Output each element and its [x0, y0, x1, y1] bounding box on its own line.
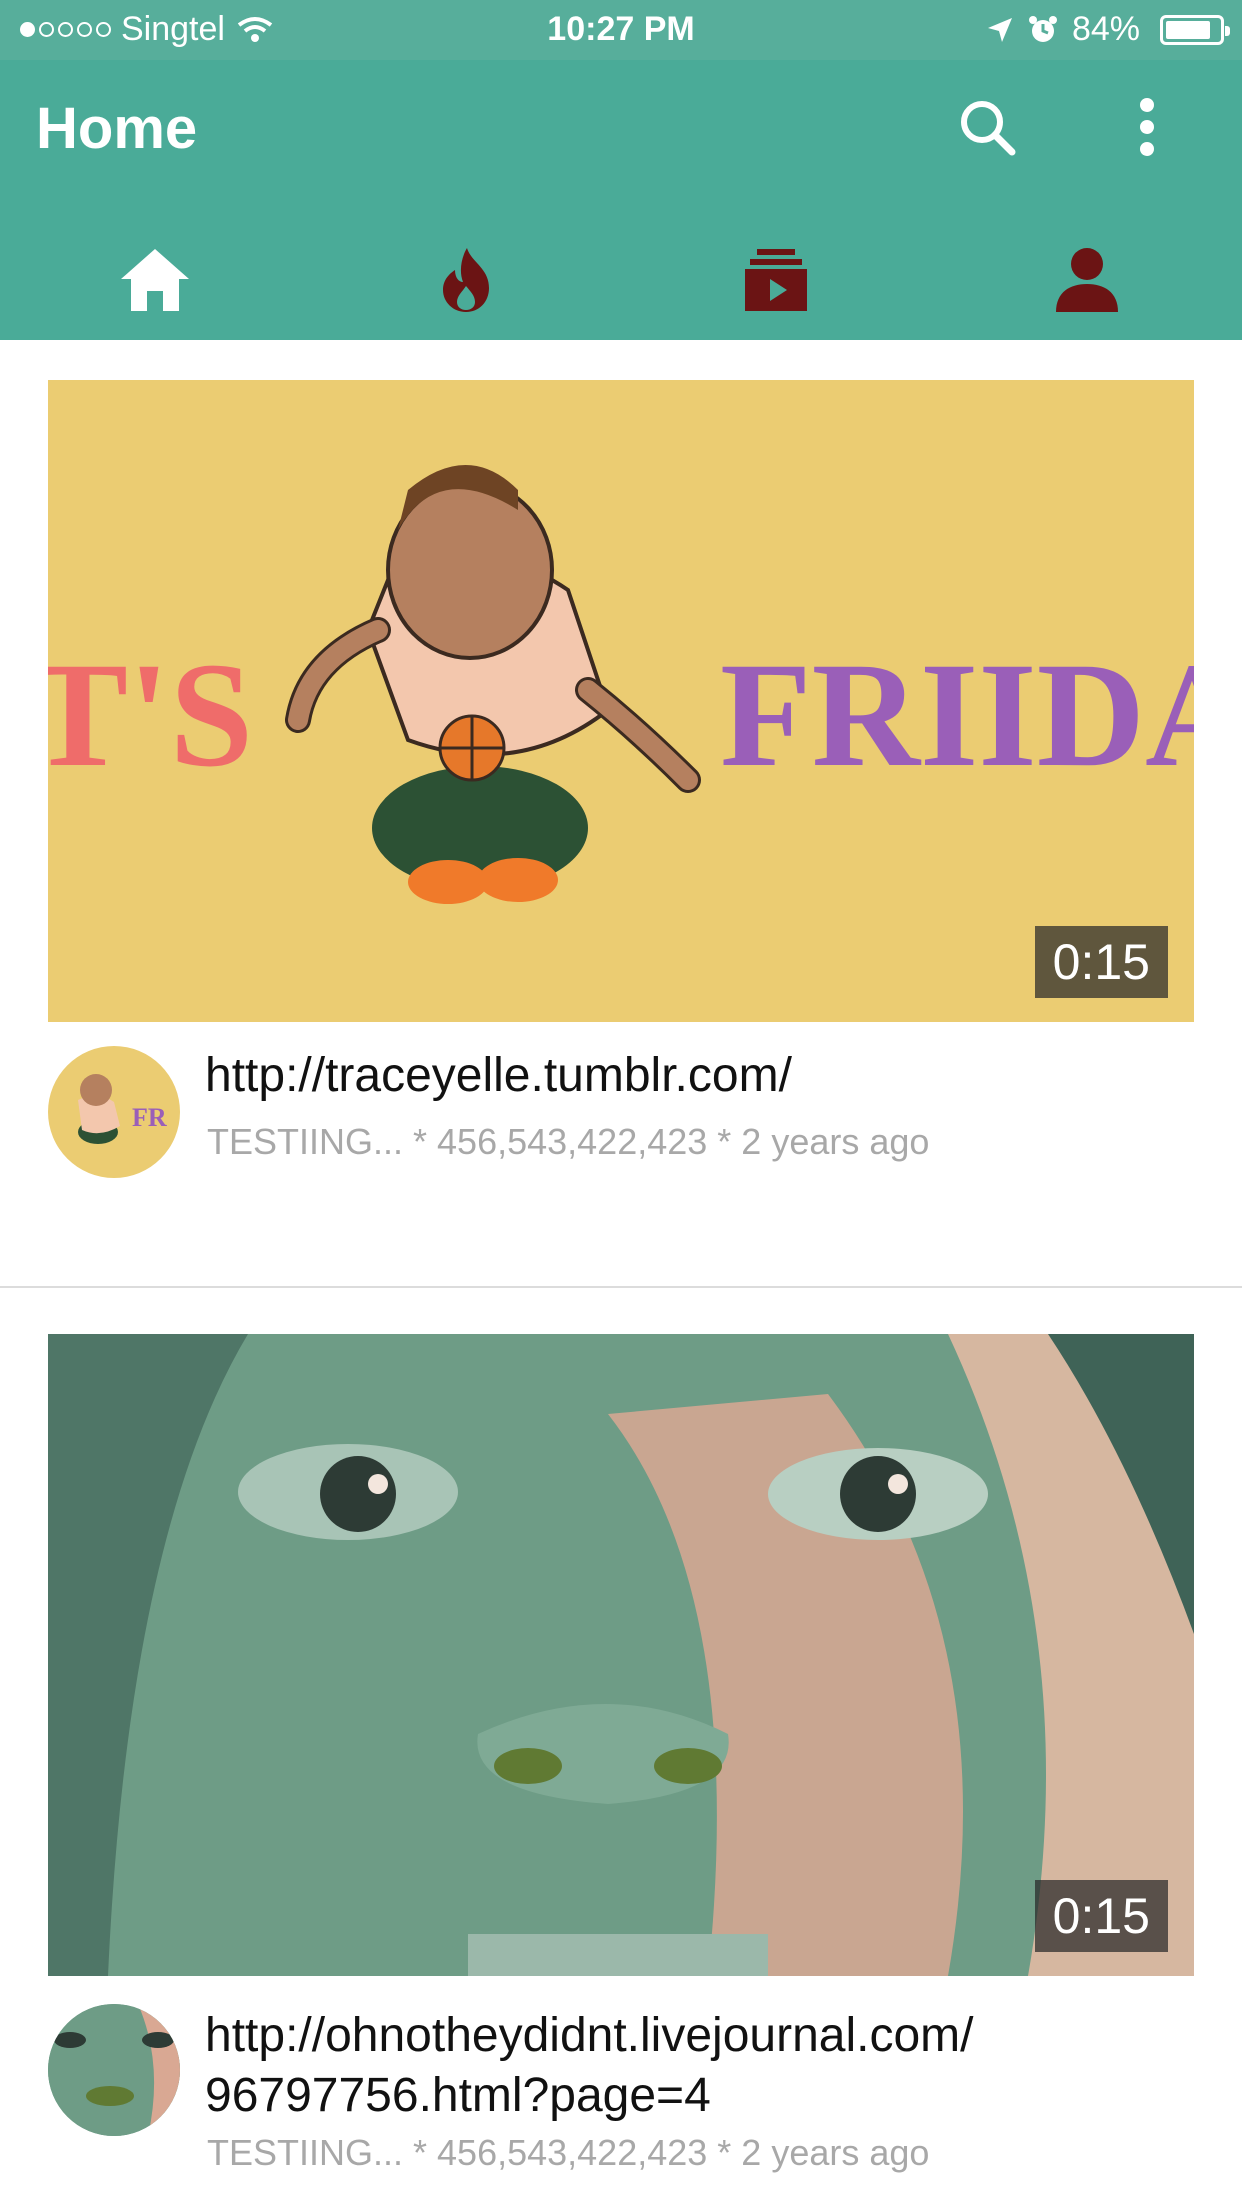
- search-button[interactable]: [948, 88, 1028, 168]
- app-header: Home: [0, 60, 1242, 340]
- tab-trending[interactable]: [311, 220, 622, 340]
- status-right: 84%: [986, 10, 1230, 49]
- channel-avatar[interactable]: [48, 2004, 180, 2136]
- video-title[interactable]: http://traceyelle.tumblr.com/: [205, 1046, 1185, 1106]
- thumb-text-right: FRIIDA: [720, 632, 1194, 798]
- page-title: Home: [36, 96, 198, 161]
- location-arrow-icon: [987, 17, 1012, 42]
- svg-text:FR: FR: [132, 1103, 167, 1132]
- video-thumbnail[interactable]: T'S FRIIDA 0:15: [48, 380, 1194, 1022]
- card-divider: [0, 1286, 1242, 1288]
- more-vert-icon: [1140, 98, 1154, 156]
- video-meta: TESTIING... * 456,543,422,423 * 2 years …: [207, 2132, 930, 2173]
- search-icon: [961, 101, 1016, 156]
- more-options-button[interactable]: [1112, 88, 1182, 168]
- video-meta: TESTIING... * 456,543,422,423 * 2 years …: [207, 1121, 930, 1162]
- status-bar: Singtel 10:27 PM 84%: [0, 0, 1242, 60]
- alarm-icon: [1028, 15, 1057, 42]
- thumb-text-left: T'S: [48, 632, 253, 798]
- flame-icon: [442, 248, 489, 312]
- duration-badge: 0:15: [1034, 926, 1168, 998]
- tab-account[interactable]: [932, 220, 1242, 340]
- battery-percent: 84%: [1071, 10, 1140, 48]
- video-title[interactable]: http://ohnotheydidnt.livejournal.com/ 96…: [205, 2006, 1185, 2126]
- tab-subscriptions[interactable]: [621, 220, 932, 340]
- tab-bar: [0, 220, 1242, 340]
- person-icon: [1055, 248, 1118, 312]
- avatar-image: [48, 2004, 180, 2136]
- avatar-image: FR: [78, 1074, 167, 1144]
- battery-icon: [1160, 14, 1230, 45]
- tab-home[interactable]: [0, 220, 311, 340]
- channel-avatar[interactable]: FR: [48, 1046, 180, 1178]
- home-icon: [121, 249, 190, 311]
- thumbnail-face-image: [48, 1334, 1194, 1976]
- video-thumbnail[interactable]: 0:15: [48, 1334, 1194, 1976]
- duration-badge: 0:15: [1034, 1880, 1168, 1952]
- subscriptions-icon: [745, 249, 808, 311]
- thumbnail-illustration: T'S FRIIDA: [48, 465, 1194, 904]
